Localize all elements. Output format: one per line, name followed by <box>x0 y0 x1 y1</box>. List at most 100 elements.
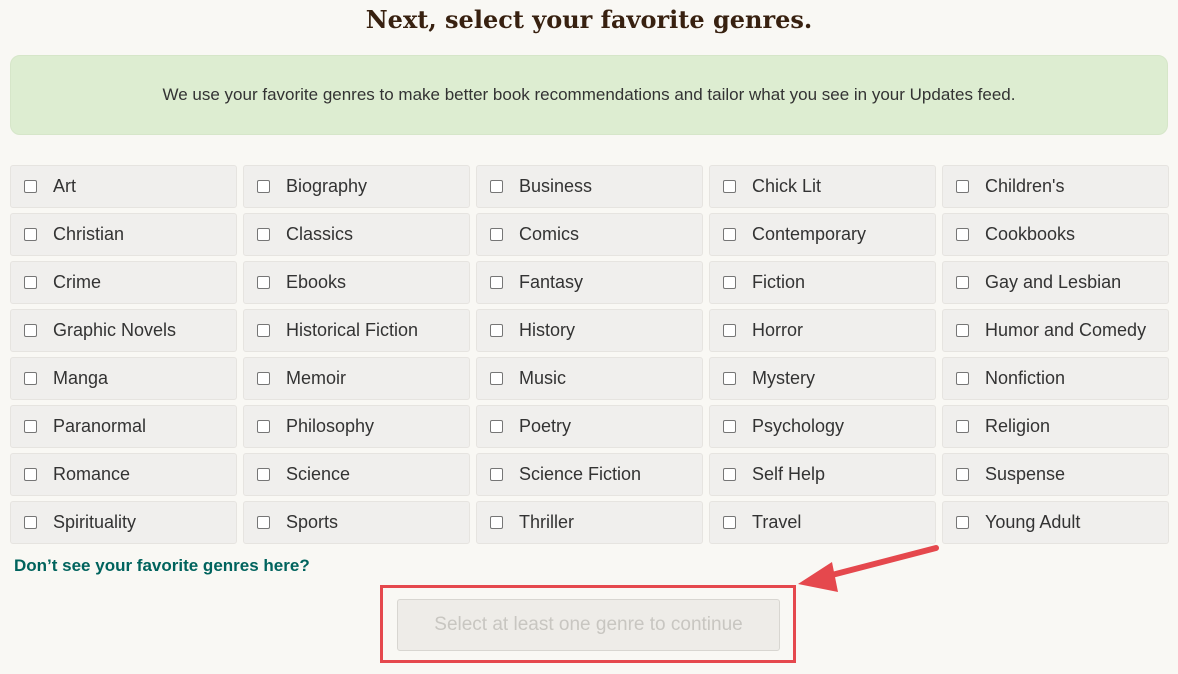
genre-option[interactable]: Science <box>243 453 470 496</box>
genre-label: Classics <box>286 224 354 244</box>
genre-checkbox[interactable] <box>723 372 736 385</box>
genre-label: Mystery <box>752 368 815 388</box>
genre-checkbox[interactable] <box>24 228 37 241</box>
genre-label: Contemporary <box>752 224 867 244</box>
genre-option[interactable]: Art <box>10 165 237 208</box>
genre-label: Nonfiction <box>985 368 1066 388</box>
genre-option[interactable]: Ebooks <box>243 261 470 304</box>
genre-option[interactable]: Travel <box>709 501 936 544</box>
genre-checkbox[interactable] <box>490 228 503 241</box>
genre-checkbox[interactable] <box>956 420 969 433</box>
genre-option[interactable]: Romance <box>10 453 237 496</box>
genre-checkbox[interactable] <box>723 420 736 433</box>
info-text: We use your favorite genres to make bett… <box>162 85 1016 104</box>
genre-option[interactable]: Suspense <box>942 453 1169 496</box>
genre-checkbox[interactable] <box>24 516 37 529</box>
genre-checkbox[interactable] <box>956 372 969 385</box>
genre-option[interactable]: Thriller <box>476 501 703 544</box>
genre-checkbox[interactable] <box>490 276 503 289</box>
genre-checkbox[interactable] <box>24 372 37 385</box>
genre-checkbox[interactable] <box>490 324 503 337</box>
genre-option[interactable]: Spirituality <box>10 501 237 544</box>
genre-option[interactable]: Classics <box>243 213 470 256</box>
genre-checkbox[interactable] <box>24 420 37 433</box>
genre-checkbox[interactable] <box>490 468 503 481</box>
genre-option[interactable]: Music <box>476 357 703 400</box>
genre-checkbox[interactable] <box>257 468 270 481</box>
genre-checkbox[interactable] <box>257 420 270 433</box>
genre-label: Graphic Novels <box>53 320 177 340</box>
genre-checkbox[interactable] <box>257 228 270 241</box>
genre-checkbox[interactable] <box>723 276 736 289</box>
genre-checkbox[interactable] <box>956 276 969 289</box>
genre-label: Paranormal <box>53 416 147 436</box>
genre-option[interactable]: Memoir <box>243 357 470 400</box>
genre-option[interactable]: Manga <box>10 357 237 400</box>
genre-label: Gay and Lesbian <box>985 272 1122 292</box>
genre-option[interactable]: Philosophy <box>243 405 470 448</box>
genre-option[interactable]: Children's <box>942 165 1169 208</box>
annotation-arrow-head <box>798 562 838 592</box>
genre-checkbox[interactable] <box>257 324 270 337</box>
genre-option[interactable]: Chick Lit <box>709 165 936 208</box>
genre-checkbox[interactable] <box>257 372 270 385</box>
genre-option[interactable]: Mystery <box>709 357 936 400</box>
genre-label: Romance <box>53 464 131 484</box>
genre-checkbox[interactable] <box>24 180 37 193</box>
genre-option[interactable]: Business <box>476 165 703 208</box>
genre-checkbox[interactable] <box>257 276 270 289</box>
genre-option[interactable]: Contemporary <box>709 213 936 256</box>
genre-option[interactable]: Crime <box>10 261 237 304</box>
genre-label: Fantasy <box>519 272 584 292</box>
genre-checkbox[interactable] <box>490 516 503 529</box>
genre-option[interactable]: Fantasy <box>476 261 703 304</box>
genre-checkbox[interactable] <box>723 180 736 193</box>
genre-checkbox[interactable] <box>24 324 37 337</box>
genre-option[interactable]: Graphic Novels <box>10 309 237 352</box>
genre-option[interactable]: Historical Fiction <box>243 309 470 352</box>
genre-option[interactable]: Sports <box>243 501 470 544</box>
genre-checkbox[interactable] <box>956 228 969 241</box>
genre-option[interactable]: Self Help <box>709 453 936 496</box>
genre-checkbox[interactable] <box>956 324 969 337</box>
genre-checkbox[interactable] <box>490 420 503 433</box>
genre-checkbox[interactable] <box>490 372 503 385</box>
genre-label: History <box>519 320 576 340</box>
genre-checkbox[interactable] <box>956 516 969 529</box>
genre-label: Sports <box>286 512 339 532</box>
genre-checkbox[interactable] <box>257 516 270 529</box>
genre-option[interactable]: Horror <box>709 309 936 352</box>
genre-label: Poetry <box>519 416 572 436</box>
genre-option[interactable]: Psychology <box>709 405 936 448</box>
genre-option[interactable]: Gay and Lesbian <box>942 261 1169 304</box>
continue-button[interactable]: Select at least one genre to continue <box>397 599 780 651</box>
genre-checkbox[interactable] <box>24 468 37 481</box>
genre-label: Suspense <box>985 464 1066 484</box>
genre-checkbox[interactable] <box>723 516 736 529</box>
genre-checkbox[interactable] <box>490 180 503 193</box>
genre-option[interactable]: History <box>476 309 703 352</box>
genre-option[interactable]: Science Fiction <box>476 453 703 496</box>
genre-checkbox[interactable] <box>257 180 270 193</box>
genre-option[interactable]: Biography <box>243 165 470 208</box>
genre-checkbox[interactable] <box>24 276 37 289</box>
missing-genres-link[interactable]: Don’t see your favorite genres here? <box>14 556 310 576</box>
genre-checkbox[interactable] <box>723 324 736 337</box>
genre-option[interactable]: Comics <box>476 213 703 256</box>
genre-option[interactable]: Fiction <box>709 261 936 304</box>
genre-checkbox[interactable] <box>956 468 969 481</box>
genre-option[interactable]: Christian <box>10 213 237 256</box>
genre-option[interactable]: Poetry <box>476 405 703 448</box>
genre-option[interactable]: Young Adult <box>942 501 1169 544</box>
genre-checkbox[interactable] <box>723 468 736 481</box>
genre-option[interactable]: Humor and Comedy <box>942 309 1169 352</box>
genre-label: Science Fiction <box>519 464 642 484</box>
genre-checkbox[interactable] <box>723 228 736 241</box>
genre-option[interactable]: Religion <box>942 405 1169 448</box>
genre-checkbox[interactable] <box>956 180 969 193</box>
genre-option[interactable]: Nonfiction <box>942 357 1169 400</box>
genre-label: Cookbooks <box>985 224 1076 244</box>
genre-option[interactable]: Paranormal <box>10 405 237 448</box>
genre-label: Crime <box>53 272 101 292</box>
genre-option[interactable]: Cookbooks <box>942 213 1169 256</box>
